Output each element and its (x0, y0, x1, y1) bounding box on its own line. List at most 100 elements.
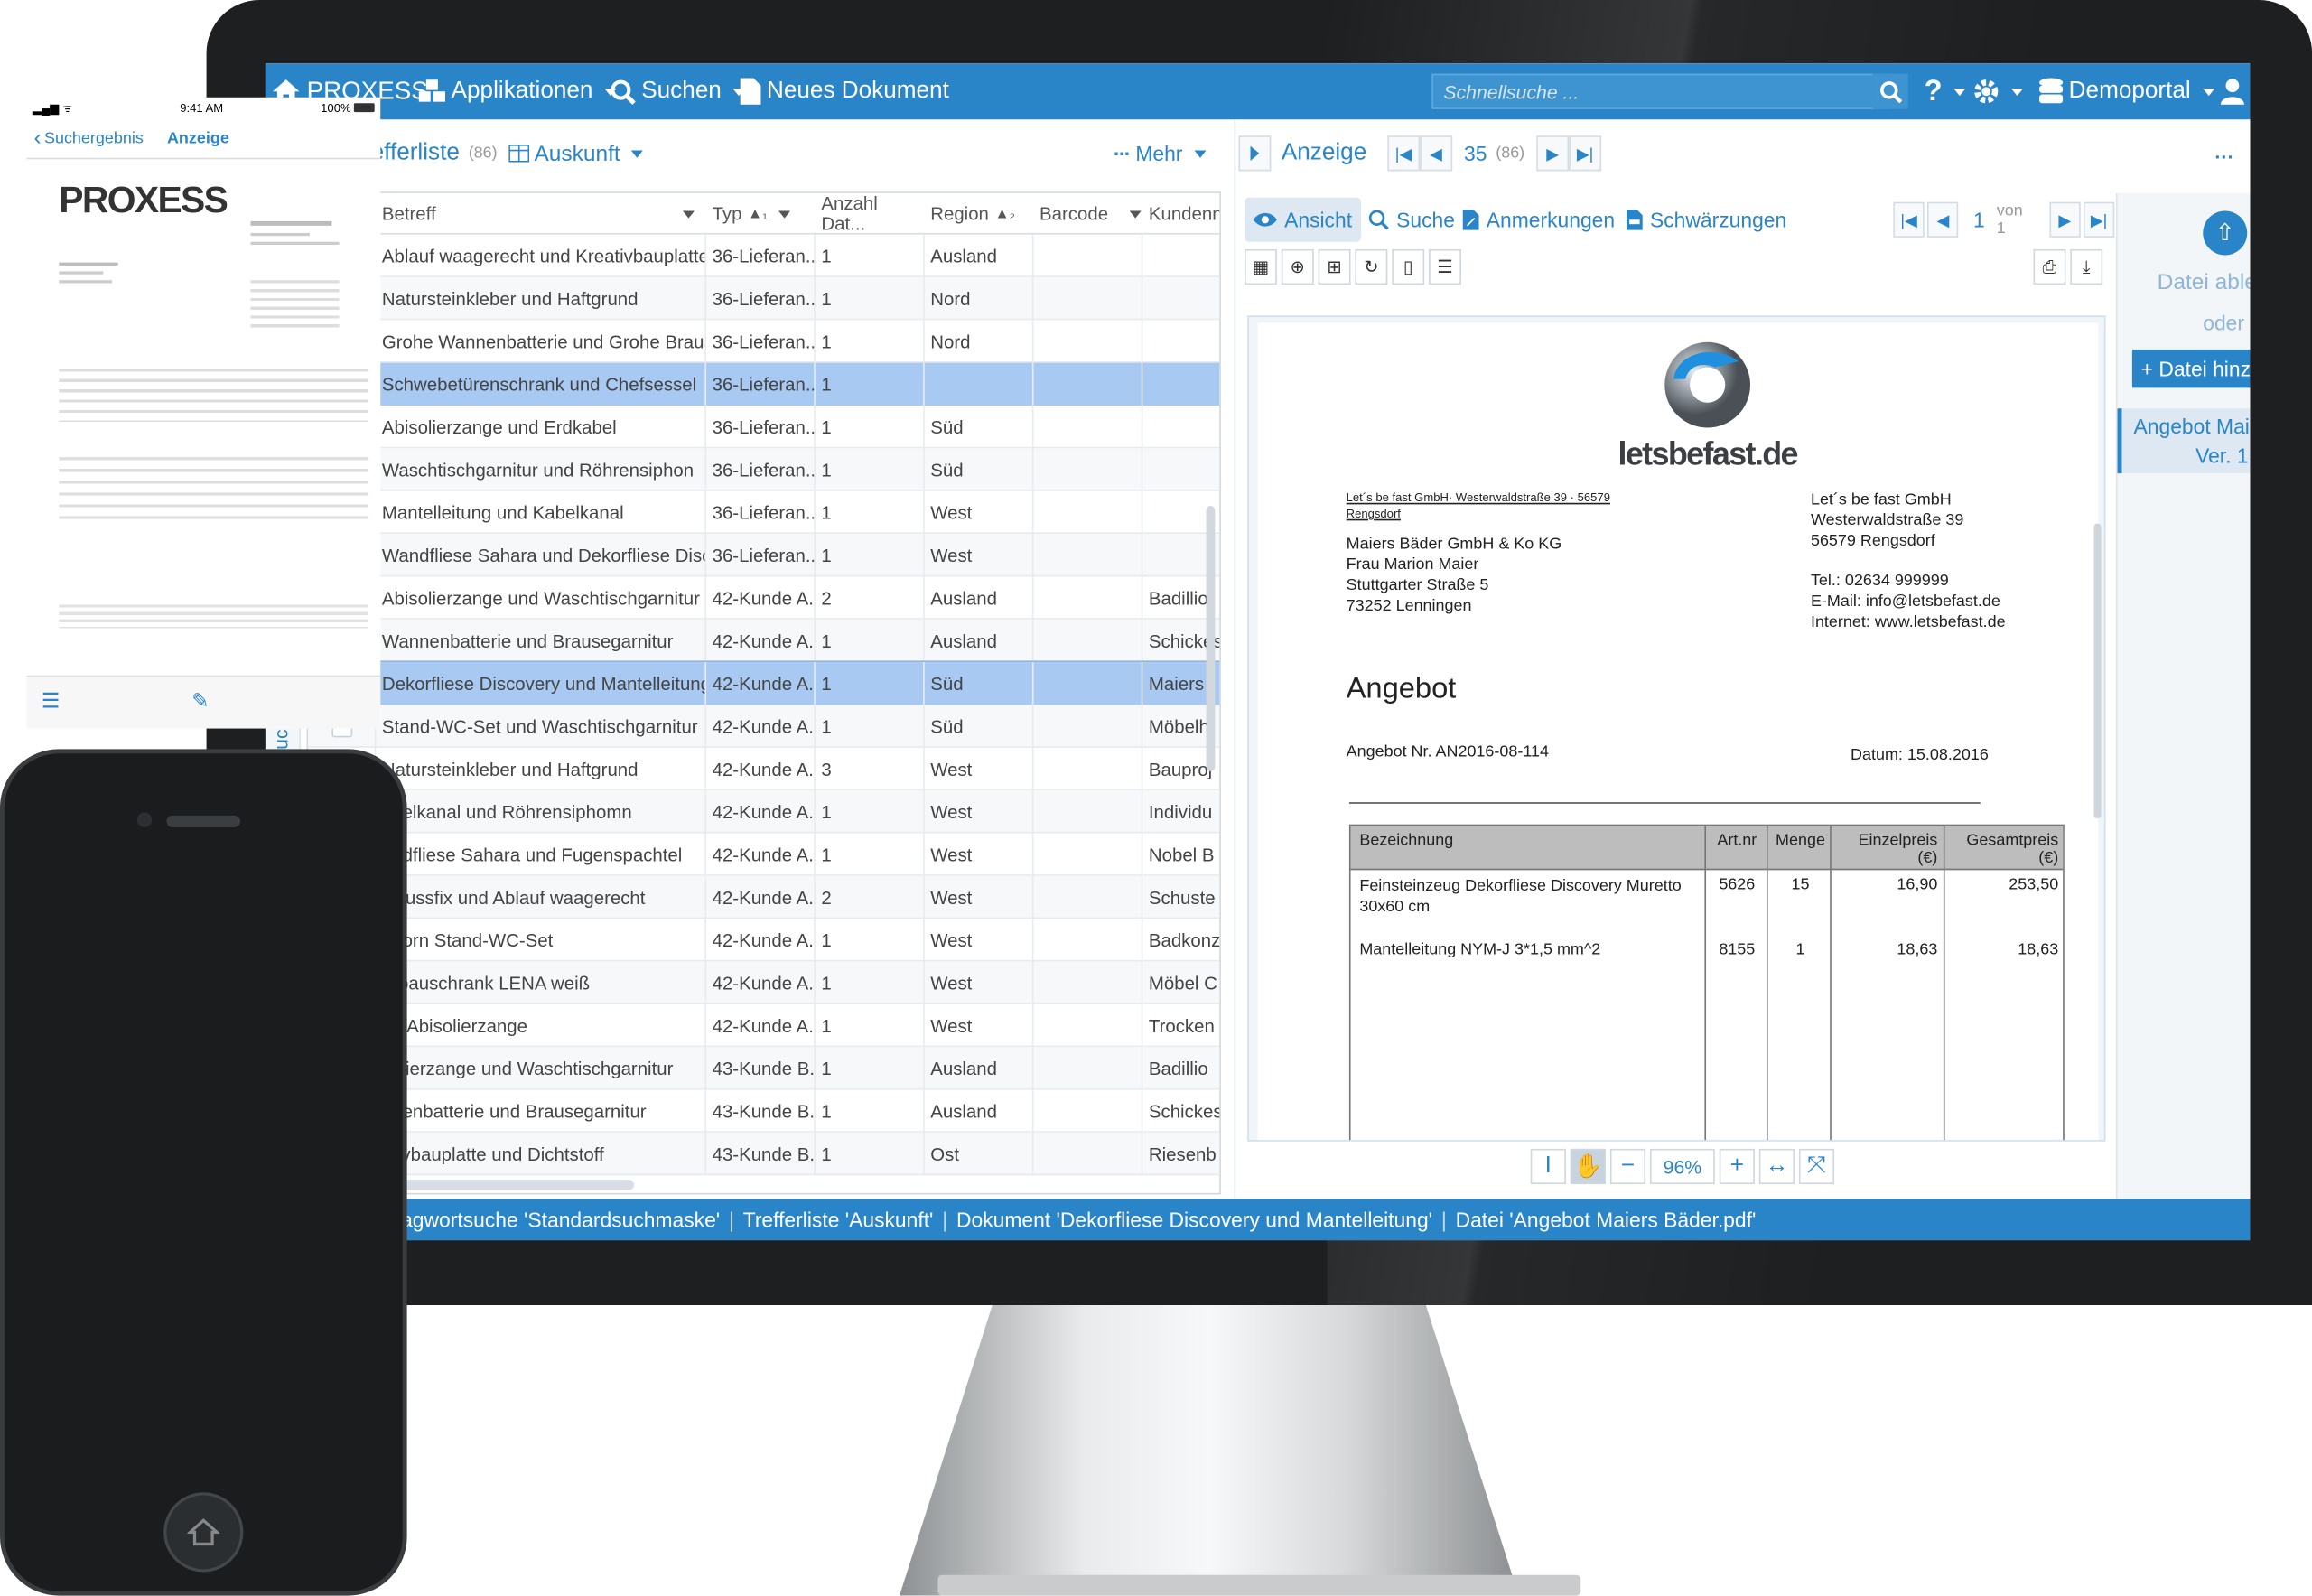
tab-ansicht[interactable]: Ansicht (1244, 197, 1361, 242)
filter-icon[interactable] (778, 210, 791, 218)
list-icon[interactable]: ☰ (42, 688, 61, 714)
table-row[interactable]: Stand-WC-Set und Waschtischgarnitur 42-Ku… (308, 705, 1220, 748)
divider (1943, 826, 1945, 1141)
tab-anmerkungen[interactable]: Anmerkungen (1454, 198, 1624, 242)
print-button[interactable]: ⎙ (2033, 248, 2066, 285)
breadcrumb-item[interactable]: Dokument 'Dekorfliese Discovery und Mant… (956, 1208, 1432, 1231)
table-row[interactable]: Mantelleitung und Kabelkanal 36-Lieferan.… (308, 490, 1220, 535)
search-menu[interactable]: Suchen (611, 63, 745, 119)
column-betreff[interactable]: Betreff (382, 193, 706, 235)
previous-result-button[interactable]: ◀ (1420, 135, 1452, 172)
phone-home-button[interactable] (163, 1492, 244, 1573)
settings-menu[interactable] (1973, 63, 2024, 119)
filter-icon[interactable] (1128, 210, 1141, 218)
last-result-button[interactable]: ▶| (1569, 135, 1602, 172)
thumbnails-button[interactable]: ▦ (1244, 248, 1277, 285)
table-row[interactable]: chlussfix und Ablauf waagerecht 42-Kunde … (308, 875, 1220, 919)
zoom-out-button[interactable]: − (1609, 1148, 1646, 1185)
table-row[interactable]: abelkanal und Röhrensiphomn 42-Kunde A...… (308, 790, 1220, 834)
table-row[interactable]: Wannenbatterie und Brausegarnitur 42-Kund… (308, 619, 1220, 663)
fit-width-button[interactable]: ↔ (1758, 1148, 1795, 1185)
breadcrumb-item[interactable]: Trefferliste 'Auskunft' (743, 1208, 934, 1231)
cell-customer: Nobel B (1142, 833, 1219, 875)
zoom-in-button[interactable]: + (1719, 1148, 1755, 1185)
cell-subject: Waschtischgarnitur und Röhrensiphon (376, 448, 707, 491)
rotate-button[interactable]: ↻ (1355, 248, 1388, 285)
rotate-icon: ↻ (1364, 257, 1379, 277)
previous-page-button[interactable]: ◀ (1927, 201, 1959, 238)
filter-icon[interactable] (682, 210, 695, 218)
add-file-button[interactable]: + Datei hinzu (2131, 349, 2251, 388)
table-row[interactable]: Natursteinkleber und Haftgrund 42-Kunde A… (308, 747, 1220, 791)
more-menu[interactable]: ··· Mehr (1114, 142, 1207, 165)
table-row[interactable]: andfliese Sahara und Fugenspachtel 42-Kun… (308, 833, 1220, 876)
first-page-button[interactable]: |◀ (1893, 201, 1925, 238)
expand-viewer-button[interactable] (1238, 135, 1272, 172)
file-item[interactable]: Angebot Maie Ver. 1.0 (2117, 408, 2251, 474)
breadcrumb-item[interactable]: agwortsuche 'Standardsuchmaske' (401, 1208, 720, 1231)
table-row[interactable]: Abisolierzange und Waschtischgarnitur 42-… (308, 576, 1220, 620)
table-row[interactable]: erbauschrank LENA weiß 42-Kunde A... 1 West… (308, 961, 1220, 1004)
table-row[interactable]: Natursteinkleber und Haftgrund 36-Liefera… (308, 276, 1220, 321)
quicksearch-button[interactable] (1872, 73, 1908, 109)
table-row[interactable]: ✔Dekorfliese Discovery und Mantelleitung… (308, 660, 1220, 707)
table-row[interactable]: gborn Stand-WC-Set 42-Kunde A... 1 West Badk… (308, 919, 1220, 962)
table-row[interactable]: ari Abisolierzange 42-Kunde A... 1 West Troc… (308, 1003, 1220, 1048)
table-row[interactable]: Waschtischgarnitur und Röhrensiphon 36-Li… (308, 448, 1220, 491)
tab-schwaerzungen[interactable]: Schwärzungen (1617, 198, 1795, 242)
table-row[interactable]: nnenbatterie und Brausegarnitur 43-Kunde … (308, 1089, 1220, 1133)
column-barcode[interactable]: Barcode (1039, 193, 1142, 235)
pan-button[interactable]: ✋ (1570, 1148, 1607, 1185)
upload-icon[interactable]: ⇧ (2203, 210, 2248, 256)
zoom-level[interactable]: 96% (1649, 1148, 1715, 1185)
table-row[interactable]: ativbauplatte und Dichtstoff 43-Kunde B..… (308, 1132, 1220, 1176)
column-kunde[interactable]: Kundenn (1149, 193, 1219, 235)
ellipsis-icon[interactable]: ··· (2214, 146, 2233, 168)
view-label: Auskunft (534, 140, 620, 166)
document-scrollbar[interactable] (2093, 523, 2102, 819)
tab-suche[interactable]: Suche (1359, 198, 1463, 242)
next-result-button[interactable]: ▶ (1536, 135, 1570, 172)
fullscreen-button[interactable]: ⤧ (1798, 1148, 1835, 1185)
portal-menu[interactable]: Demoportal (2039, 63, 2214, 119)
item-total: 18,63 (2018, 940, 2059, 959)
table-row[interactable]: Wandfliese Sahara und Dekorfliese Discov… (308, 534, 1220, 577)
back-icon[interactable]: ‹ (34, 126, 42, 151)
column-typ[interactable]: Typ ▲₁ (713, 193, 816, 235)
breadcrumb-item[interactable]: Datei 'Angebot Maiers Bäder.pdf' (1456, 1208, 1757, 1231)
download-button[interactable]: ⤓ (2070, 248, 2103, 285)
fullscreen-icon: ⤧ (1807, 1153, 1826, 1179)
portal-label: Demoportal (2068, 78, 2191, 104)
zoom-area-button[interactable]: ⊕ (1281, 248, 1314, 285)
back-label[interactable]: Suchergebnis (44, 129, 144, 147)
page-view-button[interactable]: ▯ (1392, 248, 1425, 285)
help-menu[interactable]: ? (1925, 63, 1966, 119)
next-page-button[interactable]: ▶ (2049, 201, 2081, 238)
new-document-button[interactable]: Neues Dokument (740, 63, 949, 119)
cell-region: Ausland (925, 619, 1034, 663)
column-anzahl[interactable]: Anzahl Dat... (821, 193, 924, 235)
results-count: (86) (468, 145, 498, 163)
document-edit-icon[interactable]: ✎ (191, 688, 209, 714)
quicksearch-input[interactable]: Schnellsuche ... (1431, 73, 1889, 109)
column-region[interactable]: Region ▲₂ (930, 193, 1033, 235)
adjust-button[interactable]: ☰ (1429, 248, 1462, 285)
redaction-icon (1626, 209, 1643, 230)
applications-menu[interactable]: Applikationen (418, 63, 617, 119)
user-menu[interactable] (2220, 63, 2244, 119)
table-row[interactable]: solierzange und Waschtischgarnitur 43-Kun… (308, 1047, 1220, 1090)
table-row[interactable]: Ablauf waagerecht und Kreativbauplatte 36… (308, 234, 1220, 277)
table-row[interactable]: Grohe Wannenbatterie und Grohe Brauseg..… (308, 320, 1220, 363)
sort-asc-icon: ▲₂ (994, 205, 1015, 222)
first-result-button[interactable]: |◀ (1387, 135, 1421, 172)
cell-count: 1 (816, 790, 925, 834)
last-page-button[interactable]: ▶| (2083, 201, 2115, 238)
cell-subject: abelkanal und Röhrensiphomn (376, 790, 707, 834)
preview-line (59, 262, 118, 266)
vertical-scrollbar[interactable] (1206, 506, 1216, 771)
text-select-button[interactable]: I (1530, 1148, 1566, 1185)
table-row[interactable]: Schwebetürenschrank und Chefsessel 36-Lie… (308, 362, 1220, 406)
fit-button[interactable]: ⊞ (1318, 248, 1351, 285)
table-row[interactable]: Abisolierzange und Erdkabel 36-Lieferan..… (308, 405, 1220, 449)
view-selector[interactable]: Auskunft (508, 140, 643, 166)
